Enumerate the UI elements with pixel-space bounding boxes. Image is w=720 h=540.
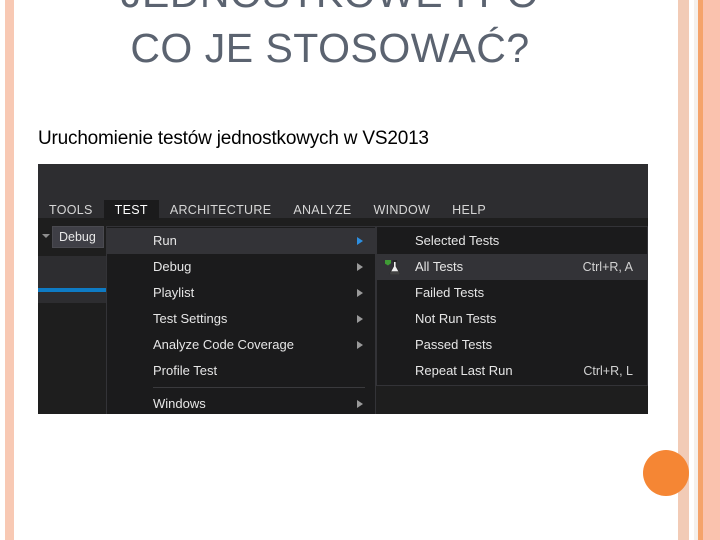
- menu-separator: [153, 387, 365, 388]
- left-decorative-stripe: [5, 0, 14, 540]
- chevron-right-icon: [357, 263, 363, 271]
- menu-option-debug-label: Debug: [153, 259, 192, 274]
- menu-option-test-settings[interactable]: Test Settings: [107, 306, 375, 332]
- slide-subtitle: Uruchomienie testów jednostkowych w VS20…: [38, 128, 429, 149]
- submenu-option-all-tests-shortcut: Ctrl+R, A: [582, 260, 633, 274]
- submenu-option-selected-tests[interactable]: Selected Tests: [377, 228, 647, 254]
- menu-option-run-label: Run: [153, 233, 177, 248]
- submenu-option-all-tests[interactable]: All Tests Ctrl+R, A: [377, 254, 647, 280]
- submenu-option-failed-tests[interactable]: Failed Tests: [377, 280, 647, 306]
- vs-left-panel-upper: [38, 256, 106, 288]
- decorative-orange-circle: [643, 450, 689, 496]
- chevron-right-icon: [357, 289, 363, 297]
- run-submenu: Selected Tests All Tests Ctrl+R, A Faile…: [376, 226, 648, 386]
- submenu-option-all-tests-label: All Tests: [415, 259, 464, 274]
- vs-menu-items: TOOLS TEST ARCHITECTURE ANALYZE WINDOW H…: [38, 200, 497, 220]
- submenu-option-not-run-tests-label: Not Run Tests: [415, 311, 497, 326]
- vs-menu-bar: TOOLS TEST ARCHITECTURE ANALYZE WINDOW H…: [38, 164, 648, 220]
- submenu-option-passed-tests[interactable]: Passed Tests: [377, 332, 647, 358]
- menu-item-test[interactable]: TEST: [103, 200, 159, 220]
- chevron-right-icon: [357, 315, 363, 323]
- menu-item-tools[interactable]: TOOLS: [38, 200, 104, 220]
- menu-option-profile-test[interactable]: Profile Test: [107, 358, 375, 384]
- visual-studio-screenshot: TOOLS TEST ARCHITECTURE ANALYZE WINDOW H…: [38, 164, 648, 414]
- menu-option-test-settings-label: Test Settings: [153, 311, 228, 326]
- submenu-option-repeat-last-run-label: Repeat Last Run: [415, 363, 513, 378]
- submenu-option-failed-tests-label: Failed Tests: [415, 285, 485, 300]
- menu-item-architecture[interactable]: ARCHITECTURE: [159, 200, 283, 220]
- submenu-option-repeat-last-run-shortcut: Ctrl+R, L: [583, 364, 633, 378]
- submenu-option-selected-tests-label: Selected Tests: [415, 233, 500, 248]
- menu-option-playlist-label: Playlist: [153, 285, 195, 300]
- chevron-right-icon: [357, 237, 363, 245]
- vs-left-panel-body: [38, 303, 106, 414]
- menu-option-profile-test-label: Profile Test: [153, 363, 218, 378]
- vs-selection-highlight-bar: [38, 288, 106, 292]
- submenu-option-not-run-tests[interactable]: Not Run Tests: [377, 306, 647, 332]
- submenu-option-repeat-last-run[interactable]: Repeat Last Run Ctrl+R, L: [377, 358, 647, 384]
- menu-item-window[interactable]: WINDOW: [362, 200, 441, 220]
- test-dropdown-menu: Run Debug Playlist Test Settings Analyze…: [106, 226, 376, 414]
- chevron-right-icon: [357, 400, 363, 408]
- deco-stripe-4: [703, 0, 720, 540]
- solution-configuration-combo[interactable]: Debug: [52, 226, 104, 248]
- menu-item-analyze[interactable]: ANALYZE: [282, 200, 362, 220]
- menu-option-analyze-code-coverage-label: Analyze Code Coverage: [153, 337, 294, 352]
- menu-option-windows[interactable]: Windows: [107, 391, 375, 414]
- menu-option-analyze-code-coverage[interactable]: Analyze Code Coverage: [107, 332, 375, 358]
- slide-title: JEDNOSTKOWE I PO CO JE STOSOWAĆ?: [121, 0, 539, 71]
- menu-option-playlist[interactable]: Playlist: [107, 280, 375, 306]
- run-test-flask-icon: [385, 260, 400, 275]
- chevron-right-icon: [357, 341, 363, 349]
- submenu-option-passed-tests-label: Passed Tests: [415, 337, 493, 352]
- menu-option-windows-label: Windows: [153, 396, 206, 411]
- menu-item-help[interactable]: HELP: [441, 200, 497, 220]
- menu-option-debug[interactable]: Debug: [107, 254, 375, 280]
- vs-left-panel-lower-strip: [38, 292, 106, 303]
- vs-toolbar: Debug: [38, 222, 106, 256]
- toolbar-overflow-caret-icon[interactable]: [42, 234, 50, 238]
- menu-option-run[interactable]: Run: [107, 228, 375, 254]
